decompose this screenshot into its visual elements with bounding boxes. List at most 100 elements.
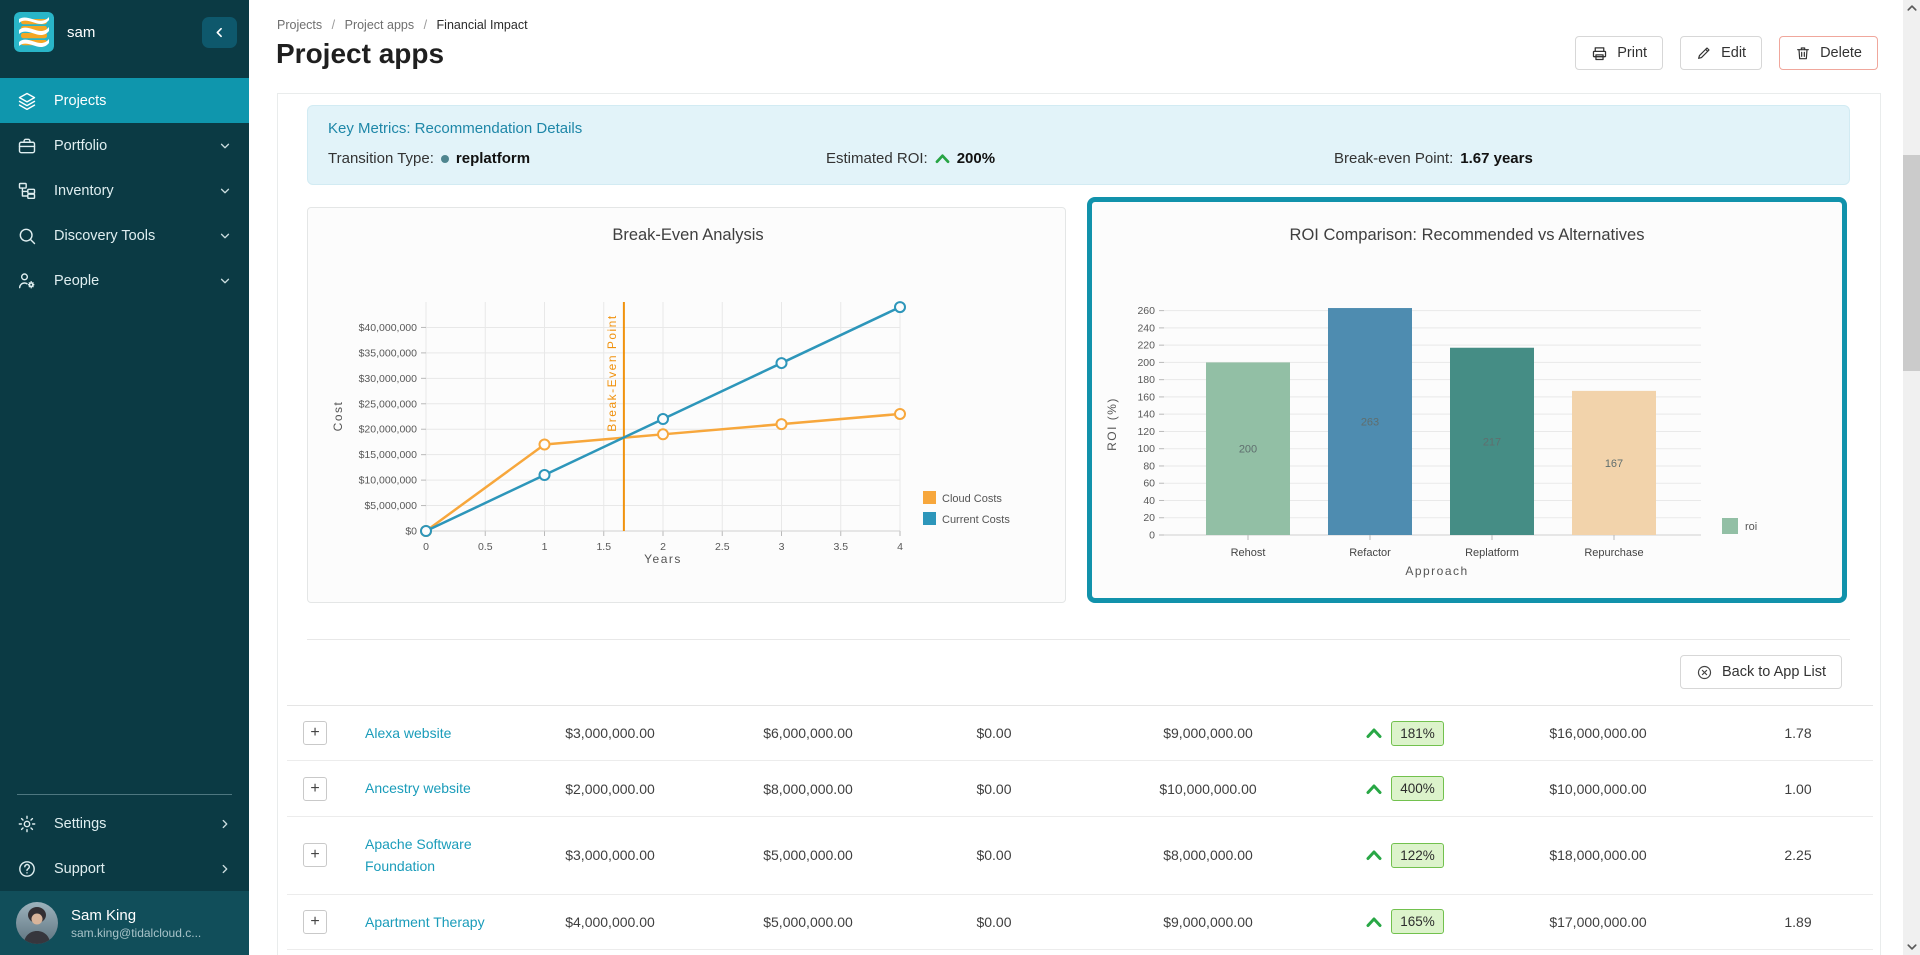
sidebar-item-discovery-tools[interactable]: Discovery Tools (0, 213, 249, 258)
sidebar-nav: Projects Portfolio Inventory Discovery T… (0, 78, 249, 303)
trend-up-icon (1366, 849, 1382, 861)
sidebar-item-inventory[interactable]: Inventory (0, 168, 249, 213)
delete-label: Delete (1820, 45, 1862, 61)
layers-icon (17, 91, 37, 111)
breadcrumb-project-apps[interactable]: Project apps (345, 18, 414, 32)
sidebar-item-label: Support (54, 861, 105, 877)
svg-text:Years: Years (644, 552, 682, 566)
svg-text:ROI Comparison: Recommended vs: ROI Comparison: Recommended vs Alternati… (1290, 226, 1645, 244)
app-name-link[interactable]: Alexa website (365, 725, 451, 741)
table-cell: $0.00 (909, 725, 1079, 741)
sidebar-item-projects[interactable]: Projects (0, 78, 249, 123)
breadcrumb-projects[interactable]: Projects (277, 18, 322, 32)
table-cell: $9,000,000.00 (1079, 914, 1337, 930)
roi-badge: 400% (1391, 776, 1444, 801)
break-even-analysis-chart: Break-Even Analysis00.511.522.533.54$0$5… (308, 208, 1065, 602)
help-circle-icon (17, 859, 37, 879)
briefcase-icon (17, 136, 37, 156)
svg-text:140: 140 (1137, 409, 1155, 421)
svg-text:Current Costs: Current Costs (942, 514, 1010, 526)
estimated-roi-metric: Estimated ROI: 200% (826, 150, 995, 167)
page-scrollbar[interactable] (1903, 0, 1920, 955)
svg-text:Cost: Cost (331, 401, 345, 432)
svg-text:$40,000,000: $40,000,000 (359, 322, 418, 334)
table-cell: $9,000,000.00 (1079, 725, 1337, 741)
transition-type-metric: Transition Type: replatform (328, 150, 530, 167)
table-cell: $5,000,000.00 (707, 914, 909, 930)
table-cell: $3,000,000.00 (513, 847, 707, 863)
back-to-app-list-button[interactable]: Back to App List (1680, 655, 1842, 689)
svg-text:Refactor: Refactor (1349, 547, 1391, 559)
expand-row-button[interactable]: + (303, 843, 327, 867)
svg-text:$5,000,000: $5,000,000 (364, 500, 417, 512)
section-divider (307, 639, 1850, 640)
app-table: +Alexa website$3,000,000.00$6,000,000.00… (287, 705, 1873, 950)
expand-row-button[interactable]: + (303, 721, 327, 745)
svg-text:263: 263 (1361, 417, 1379, 429)
svg-text:167: 167 (1605, 458, 1623, 470)
delete-button[interactable]: Delete (1779, 36, 1878, 70)
sidebar-item-portfolio[interactable]: Portfolio (0, 123, 249, 168)
svg-text:120: 120 (1137, 426, 1155, 438)
table-cell: $3,000,000.00 (513, 725, 707, 741)
sidebar-item-people[interactable]: People (0, 258, 249, 303)
app-name-link[interactable]: Apache Software Foundation (365, 836, 472, 874)
scrollbar-thumb[interactable] (1903, 155, 1920, 371)
svg-text:Break-Even Analysis: Break-Even Analysis (612, 226, 763, 244)
svg-text:$30,000,000: $30,000,000 (359, 373, 418, 385)
trend-up-icon (935, 153, 950, 164)
printer-icon (1591, 45, 1608, 62)
sidebar-collapse-button[interactable] (202, 17, 237, 48)
roi-badge: 165% (1391, 909, 1444, 934)
sidebar-item-label: Discovery Tools (54, 228, 155, 244)
roi-comparison-chart-card: ROI Comparison: Recommended vs Alternati… (1087, 197, 1847, 603)
edit-button[interactable]: Edit (1680, 36, 1762, 70)
svg-text:40: 40 (1143, 495, 1155, 507)
key-metrics-panel: Key Metrics: Recommendation Details Tran… (307, 105, 1850, 185)
sidebar-footer: Settings Support Sam King sam.king@tidal… (0, 794, 249, 955)
sidebar-item-support[interactable]: Support (0, 846, 249, 891)
workspace-name: sam (67, 24, 189, 41)
expand-row-button[interactable]: + (303, 910, 327, 934)
header-actions: Print Edit Delete (1575, 36, 1878, 70)
sidebar-item-label: Settings (54, 816, 106, 832)
app-name-link[interactable]: Ancestry website (365, 780, 471, 796)
chevron-left-icon (213, 26, 226, 39)
chevron-right-icon (218, 862, 232, 876)
trend-up-icon (1366, 916, 1382, 928)
edit-label: Edit (1721, 45, 1746, 61)
svg-text:$0: $0 (405, 526, 417, 538)
user-profile[interactable]: Sam King sam.king@tidalcloud.c... (0, 891, 249, 955)
roi-cell: 400% (1337, 776, 1473, 801)
app-name-link[interactable]: Apartment Therapy (365, 914, 485, 930)
expand-row-button[interactable]: + (303, 777, 327, 801)
chevron-down-icon (218, 274, 232, 288)
breakeven-label: Break-even Point: (1334, 150, 1453, 167)
print-button[interactable]: Print (1575, 36, 1663, 70)
print-label: Print (1617, 45, 1647, 61)
breadcrumb-separator: / (424, 18, 427, 32)
svg-text:Rehost: Rehost (1231, 547, 1266, 559)
sidebar-item-settings[interactable]: Settings (0, 801, 249, 846)
table-cell: $5,000,000.00 (707, 847, 909, 863)
svg-text:100: 100 (1137, 443, 1155, 455)
scroll-up-arrow-icon[interactable] (1903, 0, 1920, 16)
table-cell: $10,000,000.00 (1079, 781, 1337, 797)
sidebar-header: sam (0, 0, 249, 64)
breadcrumb-current: Financial Impact (437, 18, 528, 32)
svg-text:4: 4 (897, 541, 903, 553)
svg-text:ROI (%): ROI (%) (1105, 397, 1119, 451)
svg-text:Cloud Costs: Cloud Costs (942, 493, 1002, 505)
scroll-down-arrow-icon[interactable] (1903, 939, 1920, 955)
table-cell: $4,000,000.00 (513, 914, 707, 930)
roi-comparison-chart: ROI Comparison: Recommended vs Alternati… (1092, 202, 1842, 598)
table-cell: 1.00 (1723, 781, 1873, 797)
transition-type-dot-icon (441, 155, 449, 163)
svg-text:$35,000,000: $35,000,000 (359, 347, 418, 359)
svg-text:0: 0 (423, 541, 429, 553)
page-title: Project apps (276, 38, 444, 70)
table-cell: $10,000,000.00 (1473, 781, 1723, 797)
table-cell: 2.25 (1723, 847, 1873, 863)
sidebar-item-label: People (54, 273, 99, 289)
estimated-roi-value: 200% (957, 150, 995, 167)
